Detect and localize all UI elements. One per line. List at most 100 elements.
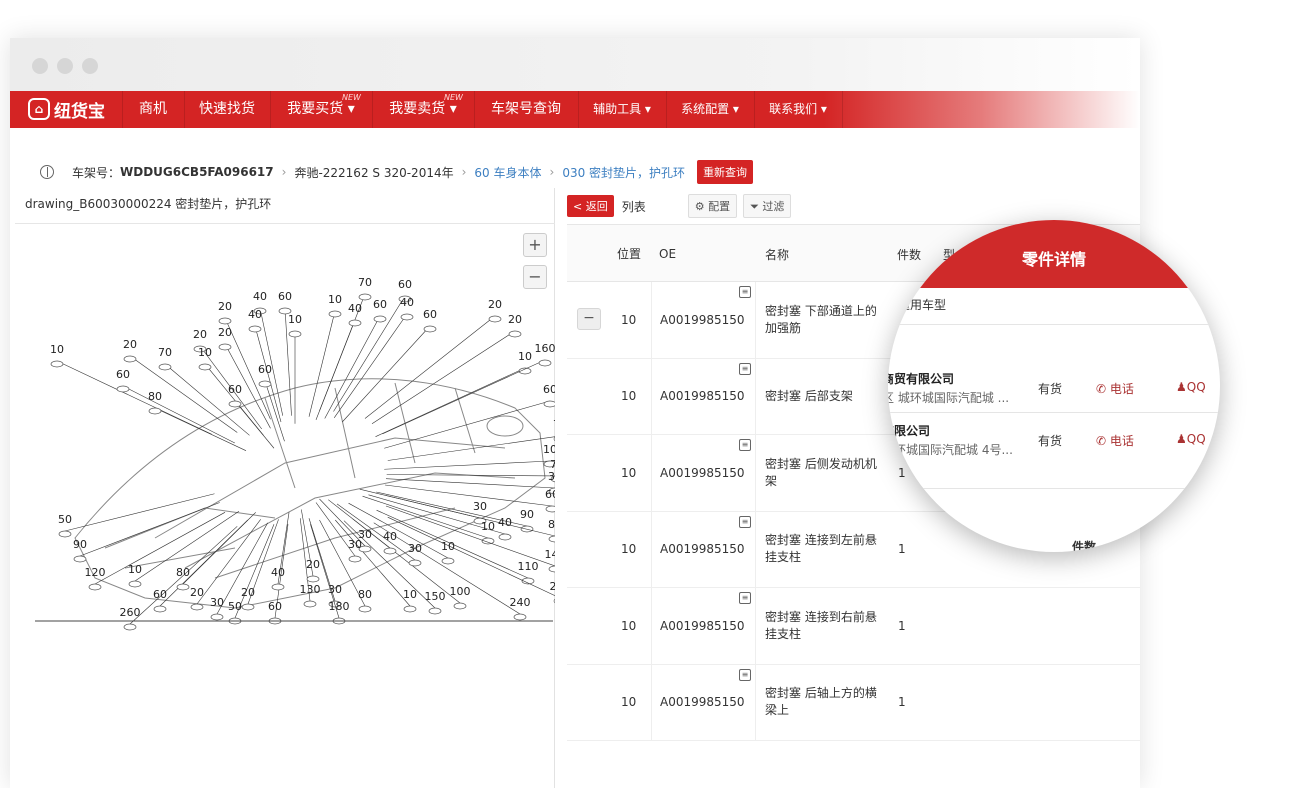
callout-number[interactable]: 80: [358, 588, 372, 601]
callout-number[interactable]: 20: [241, 586, 255, 599]
grommet-part-icon[interactable]: [328, 310, 342, 318]
callout-number[interactable]: 10: [543, 443, 555, 456]
header-position[interactable]: 位置: [617, 225, 643, 283]
grommet-part-icon[interactable]: [271, 583, 285, 591]
callout-number[interactable]: 40: [271, 566, 285, 579]
exploded-car-body-drawing[interactable]: 10 20 70 10 60 20 20 20 40 40 60 10 10 70 40 60 40 60 60 20…: [35, 248, 555, 668]
phone-button[interactable]: ✆ 电话: [1096, 380, 1134, 397]
nav-item-buy[interactable]: 我要买货 ▾ NEW: [270, 91, 372, 128]
row-oe-number[interactable]: A0019985150: [660, 512, 745, 588]
grommet-part-icon[interactable]: [88, 583, 102, 591]
grommet-part-icon[interactable]: [123, 623, 137, 631]
callout-number[interactable]: 60: [258, 363, 272, 376]
callout-number[interactable]: 60: [228, 383, 242, 396]
callout-number[interactable]: 40: [383, 530, 397, 543]
nav-item-settings[interactable]: 系统配置 ▾: [666, 91, 754, 128]
grommet-part-icon[interactable]: [248, 325, 262, 333]
header-oe[interactable]: OE: [659, 225, 676, 283]
grommet-part-icon[interactable]: [158, 363, 172, 371]
grommet-part-icon[interactable]: [198, 363, 212, 371]
grommet-part-icon[interactable]: [508, 330, 522, 338]
nav-item-tools[interactable]: 辅助工具 ▾: [578, 91, 666, 128]
callout-number[interactable]: 30: [210, 596, 224, 609]
app-logo[interactable]: ⌂ 纽货宝: [28, 95, 105, 123]
phone-button[interactable]: ✆ 电话: [1096, 432, 1134, 449]
grommet-part-icon[interactable]: [218, 343, 232, 351]
callout-number[interactable]: 10: [288, 313, 302, 326]
qq-button[interactable]: ♟QQ: [1176, 432, 1206, 446]
row-oe-number[interactable]: A0019985150: [660, 359, 745, 435]
callout-number[interactable]: 30: [473, 500, 487, 513]
grommet-part-icon[interactable]: [116, 385, 130, 393]
table-row[interactable]: 10 A0019985150 ≡ 密封塞 后轴上方的横梁上 1: [567, 664, 1140, 741]
applicable-models-label[interactable]: 适用车型: [898, 296, 946, 313]
maximize-window-dot[interactable]: [82, 58, 98, 74]
callout-number[interactable]: 10: [481, 520, 495, 533]
callout-number[interactable]: 10: [328, 293, 342, 306]
callout-number[interactable]: 20: [193, 328, 207, 341]
grommet-part-icon[interactable]: [423, 325, 437, 333]
callout-number[interactable]: 40: [348, 302, 362, 315]
nav-item-sell[interactable]: 我要卖货 ▾ NEW: [372, 91, 474, 128]
requery-button[interactable]: 重新查询: [697, 160, 754, 184]
minimize-window-dot[interactable]: [57, 58, 73, 74]
callout-number[interactable]: 140: [545, 548, 556, 561]
callout-number[interactable]: 60: [153, 588, 167, 601]
callout-number[interactable]: 30: [548, 470, 555, 483]
grommet-part-icon[interactable]: [128, 580, 142, 588]
grommet-part-icon[interactable]: [543, 400, 555, 408]
callout-number[interactable]: 20: [306, 558, 320, 571]
callout-number[interactable]: 40: [253, 290, 267, 303]
callout-number[interactable]: 10: [518, 350, 532, 363]
callout-number[interactable]: 80: [548, 518, 555, 531]
grommet-part-icon[interactable]: [400, 313, 414, 321]
grommet-part-icon[interactable]: [258, 380, 272, 388]
callout-number[interactable]: 120: [85, 566, 106, 579]
grommet-part-icon[interactable]: [176, 583, 190, 591]
grommet-part-icon[interactable]: [50, 360, 64, 368]
collapse-row-button[interactable]: −: [577, 308, 601, 330]
callout-number[interactable]: 30: [408, 542, 422, 555]
callout-number[interactable]: 60: [116, 368, 130, 381]
callout-number[interactable]: 60: [545, 488, 555, 501]
callout-number[interactable]: 110: [518, 560, 539, 573]
callout-number[interactable]: 50: [58, 513, 72, 526]
callout-number[interactable]: 70: [158, 346, 172, 359]
document-icon[interactable]: ≡: [739, 668, 751, 681]
callout-number[interactable]: 180: [329, 600, 350, 613]
grommet-part-icon[interactable]: [428, 607, 442, 615]
grommet-part-icon[interactable]: [441, 557, 455, 565]
callout-number[interactable]: 60: [373, 298, 387, 311]
callout-number[interactable]: 10: [403, 588, 417, 601]
grommet-part-icon[interactable]: [545, 505, 555, 513]
callout-number[interactable]: 20: [218, 326, 232, 339]
document-icon[interactable]: ≡: [739, 286, 751, 298]
callout-number[interactable]: 250: [550, 580, 556, 593]
callout-number[interactable]: 160: [535, 342, 556, 355]
callout-number[interactable]: 20: [488, 298, 502, 311]
callout-number[interactable]: 10: [50, 343, 64, 356]
grommet-part-icon[interactable]: [348, 319, 362, 327]
callout-number[interactable]: 20: [190, 586, 204, 599]
grommet-part-icon[interactable]: [513, 613, 527, 621]
grommet-part-icon[interactable]: [210, 613, 224, 621]
subgroup-crumb[interactable]: 030 密封垫片，护孔环: [562, 164, 685, 181]
nav-item-quick-find[interactable]: 快速找货: [184, 91, 270, 128]
nav-item-vin-lookup[interactable]: 车架号查询: [474, 91, 578, 128]
grommet-part-icon[interactable]: [148, 407, 162, 415]
grommet-part-icon[interactable]: [408, 559, 422, 567]
grommet-part-icon[interactable]: [553, 598, 555, 604]
callout-number[interactable]: 30: [358, 528, 372, 541]
document-icon[interactable]: ≡: [739, 439, 751, 451]
grommet-part-icon[interactable]: [288, 330, 302, 338]
callout-number[interactable]: 20: [218, 300, 232, 313]
callout-number[interactable]: 70: [358, 276, 372, 289]
document-icon[interactable]: ≡: [739, 362, 751, 375]
grommet-part-icon[interactable]: [538, 359, 552, 367]
callout-number[interactable]: 70: [553, 418, 555, 431]
grommet-part-icon[interactable]: [373, 315, 387, 323]
grommet-part-icon[interactable]: [498, 533, 512, 541]
header-name[interactable]: 名称: [765, 225, 789, 283]
row-oe-number[interactable]: A0019985150: [660, 588, 745, 664]
callout-number[interactable]: 30: [328, 583, 342, 596]
